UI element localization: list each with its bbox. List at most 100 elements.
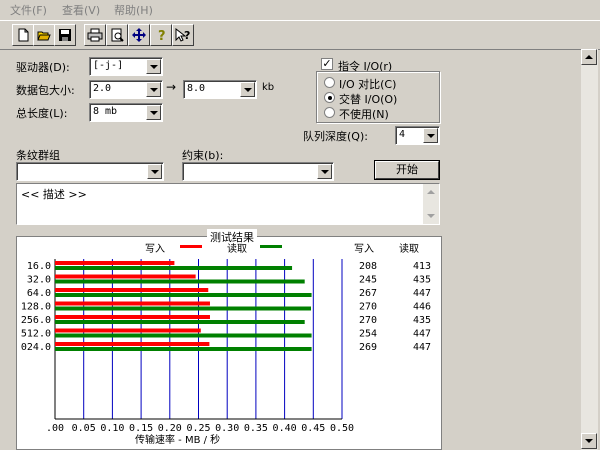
category-label: 128.0 [21,302,51,313]
bar-write [55,274,196,279]
packet-size-from-select[interactable]: 2.0 [89,80,163,99]
bar-write [55,301,210,306]
total-length-value: 8 mb [93,106,118,117]
bar-read [55,306,312,311]
io-compare-label: I/O 对比(C) [339,78,397,91]
legend-write-swatch [180,245,202,248]
table-read-value: 435 [413,275,431,286]
total-length-select[interactable]: 8 mb [89,103,163,122]
table-read-value: 413 [413,261,431,272]
chevron-down-icon[interactable] [423,128,438,143]
table-write-value: 245 [359,275,377,286]
chevron-down-icon[interactable] [146,59,161,74]
legend-read-label: 读取 [227,242,247,255]
svg-text:?: ? [158,29,166,42]
table-write-value: 270 [359,315,377,326]
bar-read [55,320,305,324]
category-label: 16.0 [27,261,51,272]
drive-value: [-j-] [93,60,124,71]
bar-write [55,315,210,319]
category-label: 32.0 [27,275,51,286]
bar-write [55,342,210,346]
chevron-down-icon[interactable] [317,164,332,179]
table-write-value: 269 [359,342,377,353]
window-scrollbar[interactable] [581,49,598,450]
queue-depth-label: 队列深度(Q): [303,130,368,143]
column-read-header: 读取 [399,242,419,255]
print-icon[interactable] [84,24,106,46]
scroll-down-icon[interactable] [423,208,439,224]
start-button[interactable]: 开始 [375,161,439,179]
x-tick-label: 0.10 [100,423,124,434]
table-read-value: 446 [413,302,431,313]
table-read-value: 447 [413,342,431,353]
context-help-icon[interactable]: ? [172,24,194,46]
bar-read [55,279,305,284]
description-text: << 描述 >> [21,188,87,201]
save-icon[interactable] [54,24,76,46]
x-tick-label: 0.50 [330,423,354,434]
table-read-value: 435 [413,315,431,326]
queue-depth-select[interactable]: 4 [395,126,440,145]
stripe-group-label: 条纹群组 [16,149,60,162]
bar-read [55,347,312,351]
packet-unit: kb [262,82,275,93]
menu-help[interactable]: 帮助(H) [114,2,153,18]
x-tick-label: 0.40 [273,423,297,434]
menu-bar: 文件(F) 查看(V) 帮助(H) [0,0,600,18]
chevron-down-icon[interactable] [146,82,161,97]
stripe-group-select[interactable] [16,162,164,181]
scroll-up-icon[interactable] [423,184,439,200]
direct-io-checkbox[interactable]: ✓ [321,58,333,70]
open-folder-icon[interactable] [33,24,55,46]
new-file-icon[interactable] [12,24,34,46]
x-tick-label: 0.30 [215,423,239,434]
description-textarea[interactable]: << 描述 >> [16,183,440,225]
io-mode-group: I/O 对比(C) 交替 I/O(O) 不使用(N) [316,71,440,123]
move-icon[interactable] [128,24,150,46]
table-write-value: 270 [359,302,377,313]
bar-read [55,293,312,297]
table-read-value: 447 [413,329,431,340]
packet-size-label: 数据包大小: [16,84,75,97]
results-chart: 写入 读取 写入 读取 .00 0.05 0.10 0.15 0.20 0.25 0.30 0… [21,242,431,446]
packet-to-value: 8.0 [187,83,206,94]
table-write-value: 254 [359,329,377,340]
constraint-label: 约束(b): [182,149,224,162]
print-preview-icon[interactable] [106,24,128,46]
total-length-label: 总长度(L): [16,107,68,120]
drive-select[interactable]: [-j-] [89,57,163,76]
io-alternate-radio[interactable] [324,92,335,103]
io-none-radio[interactable] [324,107,335,118]
test-results-panel: 测试结果 写入 读取 写入 读取 .00 0.05 0.10 0.15 0.20 0.25… [16,229,442,450]
bar-write [55,328,201,333]
chevron-down-icon[interactable] [240,82,255,97]
bar-write [55,288,209,292]
category-label: 64.0 [27,288,51,299]
constraint-select[interactable] [182,162,334,181]
arrow-right-icon: → [166,80,177,94]
chevron-down-icon[interactable] [146,105,161,120]
category-label: 024.0 [21,342,51,353]
x-tick-label: 0.05 [72,423,96,434]
x-tick-label: 0.15 [129,423,153,434]
io-none-label: 不使用(N) [339,108,389,121]
menu-file[interactable]: 文件(F) [10,2,47,18]
x-tick-label: 0.35 [244,423,268,434]
description-scrollbar[interactable] [423,184,439,224]
queue-depth-value: 4 [399,129,406,140]
table-write-value: 208 [359,261,377,272]
legend-read-swatch [260,245,282,248]
chevron-down-icon[interactable] [147,164,162,179]
menu-view[interactable]: 查看(V) [62,2,100,18]
bar-read [55,266,293,270]
scroll-up-icon[interactable] [581,49,597,65]
help-icon[interactable]: ? [150,24,172,46]
scroll-down-icon[interactable] [581,433,597,449]
io-compare-radio[interactable] [324,77,335,88]
svg-text:?: ? [184,29,190,42]
bar-read [55,333,312,338]
packet-from-value: 2.0 [93,83,112,94]
x-tick-label: 0.45 [301,423,325,434]
packet-size-to-select[interactable]: 8.0 [183,80,257,99]
